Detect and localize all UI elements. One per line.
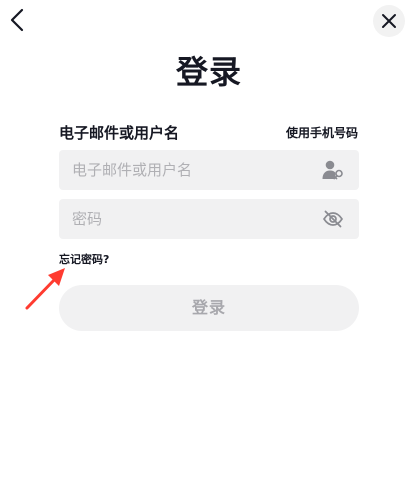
login-button[interactable]: 登录 bbox=[59, 285, 359, 331]
close-icon bbox=[382, 14, 396, 28]
page-title: 登录 bbox=[175, 53, 242, 91]
password-field[interactable] bbox=[59, 199, 359, 239]
close-button[interactable] bbox=[373, 5, 405, 37]
password-input[interactable] bbox=[59, 199, 322, 239]
chevron-left-icon bbox=[10, 8, 24, 32]
use-phone-link[interactable]: 使用手机号码 bbox=[286, 124, 358, 141]
user-key-icon bbox=[321, 159, 345, 181]
username-input[interactable] bbox=[59, 150, 322, 190]
username-label: 电子邮件或用户名 bbox=[59, 124, 180, 142]
eye-slash-icon[interactable] bbox=[321, 208, 345, 230]
back-button[interactable] bbox=[6, 7, 30, 33]
username-field[interactable] bbox=[59, 150, 359, 190]
login-page: 登录 电子邮件或用户名 使用手机号码 忘记密码? bbox=[0, 0, 412, 483]
